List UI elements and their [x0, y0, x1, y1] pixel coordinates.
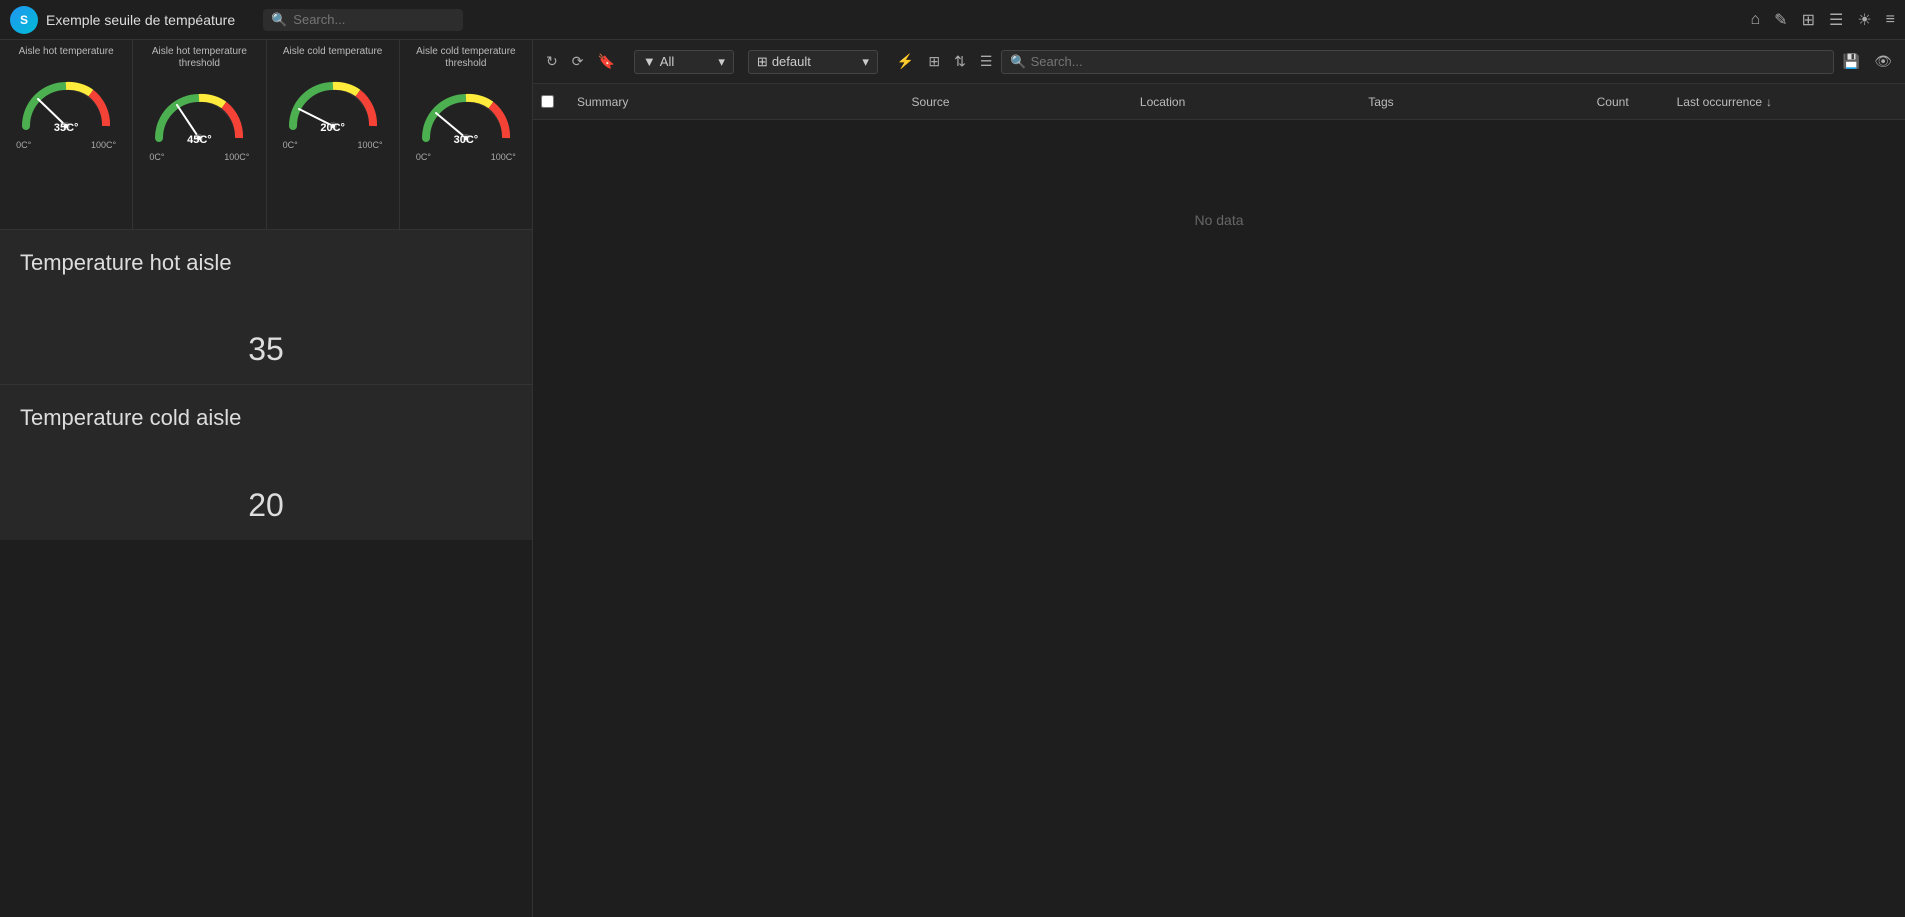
gauge-hot-threshold-value: 45C° — [187, 134, 212, 146]
th-checkbox[interactable] — [541, 95, 569, 108]
menu-icon[interactable]: ≡ — [1886, 11, 1895, 29]
gauge-hot-temp-labels: 0C° 100C° — [16, 140, 116, 150]
columns-layout-button[interactable]: ⊞ — [923, 49, 945, 74]
cold-aisle-panel: Temperature cold aisle 20 — [0, 385, 532, 540]
filter-icon: ▼ — [643, 54, 656, 69]
hide-button[interactable]: 👁 — [1869, 49, 1897, 74]
columns-filter-button[interactable]: ⚡ — [892, 49, 919, 74]
gauge-cold-temp: Aisle cold temperature 20C° — [267, 40, 400, 229]
gauge-cold-threshold-title: Aisle cold temperature threshold — [404, 46, 528, 70]
app-logo: S — [10, 6, 38, 34]
alert-table: Summary Source Location Tags Count Last … — [533, 84, 1905, 917]
gauge-hot-temp-value: 35C° — [54, 122, 79, 134]
filter-dropdown[interactable]: ▼ All ▾ — [634, 50, 734, 74]
topbar: S Exemple seuile de tempéature 🔍 ⌂ ✎ ⊞ ☰… — [0, 0, 1905, 40]
th-location: Location — [1132, 95, 1360, 109]
search-icon: 🔍 — [271, 12, 287, 28]
profile-chevron-icon: ▾ — [862, 54, 869, 70]
cold-aisle-title: Temperature cold aisle — [20, 405, 512, 431]
gauge-hot-temp-title: Aisle hot temperature — [19, 46, 114, 58]
gauge-row: Aisle hot temperature — [0, 40, 532, 230]
alert-search-icon: 🔍 — [1010, 54, 1026, 70]
rows-button[interactable]: ☰ — [975, 49, 998, 74]
gauge-cold-threshold: Aisle cold temperature threshold 30C° — [400, 40, 532, 229]
app-title: Exemple seuile de tempéature — [46, 12, 235, 28]
th-count: Count — [1589, 95, 1669, 109]
save-button[interactable]: 💾 — [1838, 49, 1865, 74]
filter-chevron-icon: ▾ — [718, 54, 725, 70]
sort-button[interactable]: ⇅ — [949, 49, 971, 74]
left-panel: Aisle hot temperature — [0, 40, 533, 917]
filter-label: All — [660, 54, 674, 69]
th-last-occurrence: Last occurrence ↓ — [1669, 95, 1897, 109]
th-tags: Tags — [1360, 95, 1588, 109]
alert-toolbar: ↻ ⟳ 🔖 ▼ All ▾ ⊞ default ▾ ⚡ ⊞ ⇅ ☰ 🔍 — [533, 40, 1905, 84]
list-icon[interactable]: ☰ — [1829, 10, 1843, 30]
gauge-hot-threshold-display: 45C° — [149, 78, 249, 148]
gauge-cold-temp-title: Aisle cold temperature — [283, 46, 383, 58]
th-source: Source — [904, 95, 1132, 109]
hot-aisle-value: 35 — [20, 331, 512, 368]
main-layout: Aisle hot temperature — [0, 40, 1905, 917]
home-icon[interactable]: ⌂ — [1750, 11, 1760, 29]
gauge-cold-threshold-value: 30C° — [454, 134, 479, 146]
brightness-icon[interactable]: ☀ — [1857, 10, 1871, 30]
cold-aisle-value: 20 — [20, 487, 512, 524]
profile-label: default — [772, 54, 811, 69]
gauge-cold-temp-value: 20C° — [320, 122, 345, 134]
profile-dropdown[interactable]: ⊞ default ▾ — [748, 50, 878, 74]
bookmark-button[interactable]: 🔖 — [592, 49, 619, 74]
no-data-message: No data — [533, 120, 1905, 320]
gauge-hot-threshold-labels: 0C° 100C° — [149, 152, 249, 162]
gauge-hot-temp-display: 35C° — [16, 66, 116, 136]
gauge-cold-temp-labels: 0C° 100C° — [283, 140, 383, 150]
sort-arrow-icon: ↓ — [1766, 95, 1772, 109]
select-all-checkbox[interactable] — [541, 95, 554, 108]
topbar-search[interactable]: 🔍 — [263, 9, 463, 31]
alert-search-box[interactable]: 🔍 — [1001, 50, 1833, 74]
gauge-cold-threshold-labels: 0C° 100C° — [416, 152, 516, 162]
hot-aisle-title: Temperature hot aisle — [20, 250, 512, 276]
topbar-right-icons: ⌂ ✎ ⊞ ☰ ☀ ≡ — [1750, 10, 1895, 30]
topbar-search-input[interactable] — [293, 12, 443, 27]
right-panel: ↻ ⟳ 🔖 ▼ All ▾ ⊞ default ▾ ⚡ ⊞ ⇅ ☰ 🔍 — [533, 40, 1905, 917]
profile-icon: ⊞ — [757, 54, 768, 70]
edit-icon[interactable]: ✎ — [1774, 10, 1787, 30]
gauge-hot-temp: Aisle hot temperature — [0, 40, 133, 229]
auto-refresh-button[interactable]: ⟳ — [567, 49, 589, 74]
gauge-hot-threshold: Aisle hot temperature threshold 45C° — [133, 40, 266, 229]
th-summary: Summary — [569, 95, 904, 109]
alert-search-input[interactable] — [1031, 54, 1825, 69]
table-header: Summary Source Location Tags Count Last … — [533, 84, 1905, 120]
dashboard-icon[interactable]: ⊞ — [1802, 10, 1815, 30]
gauge-cold-threshold-display: 30C° — [416, 78, 516, 148]
hot-aisle-panel: Temperature hot aisle 35 — [0, 230, 532, 385]
gauge-hot-threshold-title: Aisle hot temperature threshold — [137, 46, 261, 70]
refresh-button[interactable]: ↻ — [541, 49, 563, 74]
gauge-cold-temp-display: 20C° — [283, 66, 383, 136]
